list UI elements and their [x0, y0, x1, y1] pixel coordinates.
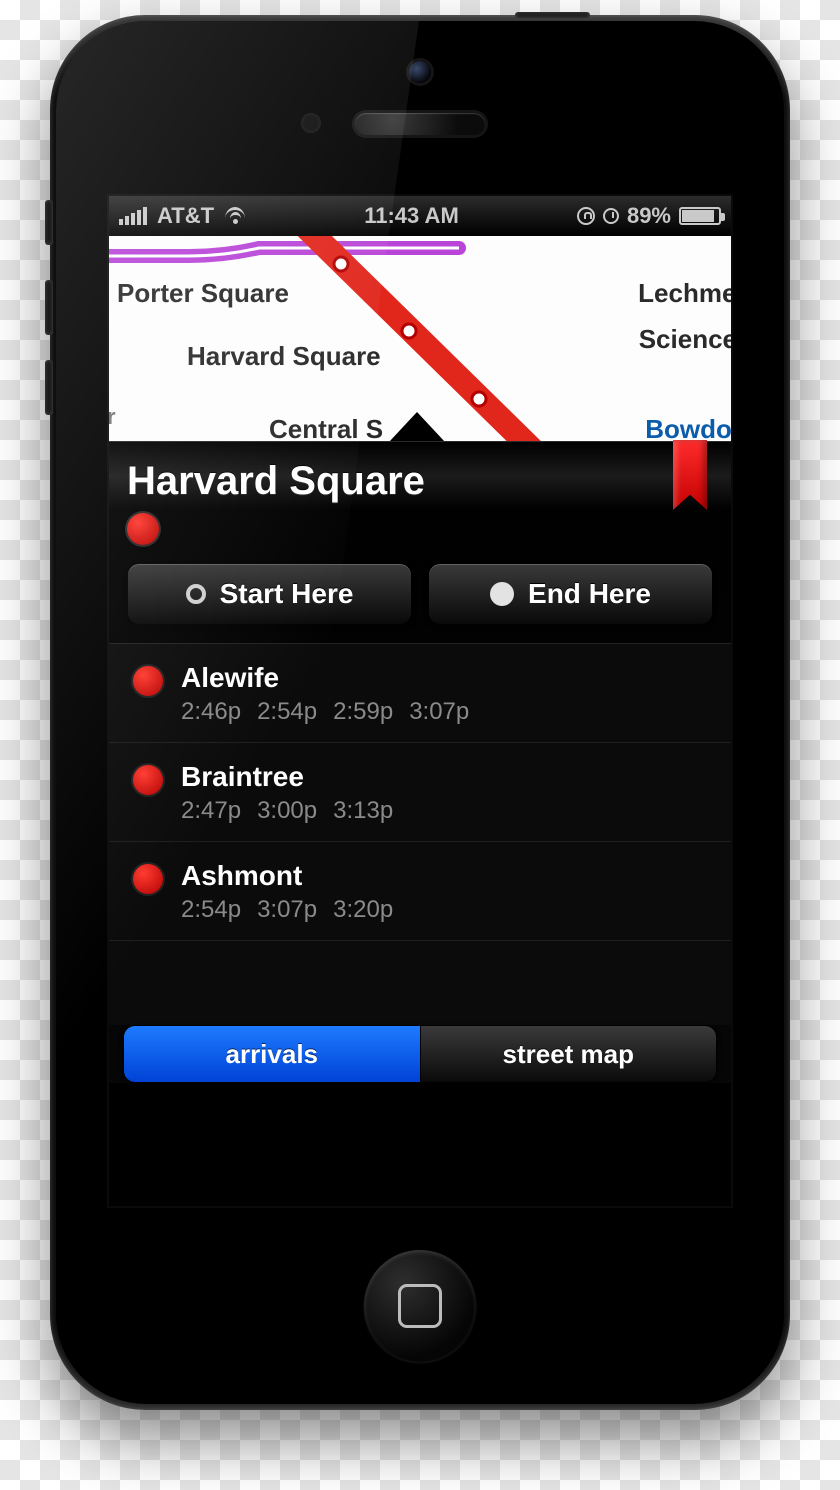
- front-camera: [409, 61, 431, 83]
- start-button-label: Start Here: [220, 578, 354, 610]
- red-line-dot-icon: [133, 666, 163, 696]
- station-panel: Harvard Square Start Here End Here: [109, 441, 731, 1083]
- battery-icon: [679, 207, 721, 225]
- proximity-sensor: [301, 113, 321, 133]
- arrival-time: 3:13p: [333, 797, 393, 825]
- map-label-lechmere[interactable]: Lechmere: [638, 278, 731, 309]
- map-label-central[interactable]: Central S: [269, 414, 383, 441]
- map-label-bowdoin[interactable]: Bowdoin: [645, 414, 731, 441]
- route-start-icon: [186, 584, 206, 604]
- red-line-dot-icon: [127, 513, 159, 545]
- signal-bars-icon: [119, 207, 147, 225]
- route-buttons: Start Here End Here: [109, 557, 731, 644]
- callout-pointer-icon: [389, 412, 445, 441]
- station-header: Harvard Square: [109, 441, 731, 511]
- orientation-lock-icon: [577, 207, 595, 225]
- volume-down[interactable]: [45, 360, 53, 415]
- station-lines: [109, 511, 731, 557]
- status-bar: AT&T 11:43 AM 89%: [109, 196, 731, 236]
- red-line-dot-icon: [133, 864, 163, 894]
- arrival-time: 2:59p: [333, 698, 393, 726]
- mute-switch[interactable]: [45, 200, 53, 245]
- arrival-time: 2:54p: [257, 698, 317, 726]
- arrival-time: 2:47p: [181, 797, 241, 825]
- map-label-porter[interactable]: Porter Square: [117, 278, 289, 309]
- arrival-destination: Ashmont: [181, 860, 393, 892]
- map-label-science[interactable]: Science: [639, 324, 731, 355]
- wifi-icon: [224, 205, 246, 227]
- start-here-button[interactable]: Start Here: [127, 563, 412, 625]
- volume-up[interactable]: [45, 280, 53, 335]
- phone-bezel: AT&T 11:43 AM 89%: [56, 21, 784, 1404]
- view-segmented-control: arrivals street map: [123, 1025, 717, 1083]
- list-filler: [109, 941, 731, 1025]
- arrival-row[interactable]: Alewife 2:46p 2:54p 2:59p 3:07p: [109, 644, 731, 743]
- arrival-time: 3:00p: [257, 797, 317, 825]
- arrival-time: 3:20p: [333, 896, 393, 924]
- arrival-row[interactable]: Braintree 2:47p 3:00p 3:13p: [109, 743, 731, 842]
- arrival-time: 3:07p: [257, 896, 317, 924]
- map-lines: [109, 236, 731, 441]
- arrival-times: 2:47p 3:00p 3:13p: [181, 797, 393, 825]
- alarm-icon: [603, 208, 619, 224]
- map-label-harvard[interactable]: Harvard Square: [187, 341, 381, 372]
- earpiece-speaker: [355, 113, 485, 135]
- arrival-time: 3:07p: [409, 698, 469, 726]
- arrival-times: 2:46p 2:54p 2:59p 3:07p: [181, 698, 469, 726]
- arrival-times: 2:54p 3:07p 3:20p: [181, 896, 393, 924]
- tab-arrivals[interactable]: arrivals: [124, 1026, 420, 1082]
- transit-map[interactable]: Porter Square Harvard Square Central S L…: [109, 236, 731, 441]
- arrival-destination: Braintree: [181, 761, 393, 793]
- route-end-icon: [490, 582, 514, 606]
- carrier-label: AT&T: [157, 203, 214, 229]
- arrivals-list: Alewife 2:46p 2:54p 2:59p 3:07p: [109, 644, 731, 1025]
- clock-label: 11:43 AM: [256, 203, 567, 229]
- arrival-time: 2:46p: [181, 698, 241, 726]
- tab-street-map[interactable]: street map: [421, 1026, 717, 1082]
- station-title: Harvard Square: [127, 459, 425, 504]
- arrival-time: 2:54p: [181, 896, 241, 924]
- power-button[interactable]: [515, 12, 590, 18]
- end-button-label: End Here: [528, 578, 651, 610]
- red-line-dot-icon: [133, 765, 163, 795]
- screen: AT&T 11:43 AM 89%: [109, 196, 731, 1206]
- phone-frame: AT&T 11:43 AM 89%: [50, 15, 790, 1410]
- arrival-destination: Alewife: [181, 662, 469, 694]
- end-here-button[interactable]: End Here: [428, 563, 713, 625]
- arrival-row[interactable]: Ashmont 2:54p 3:07p 3:20p: [109, 842, 731, 941]
- bookmark-ribbon-icon[interactable]: [673, 440, 707, 510]
- home-button[interactable]: [364, 1250, 476, 1362]
- battery-percent-label: 89%: [627, 203, 671, 229]
